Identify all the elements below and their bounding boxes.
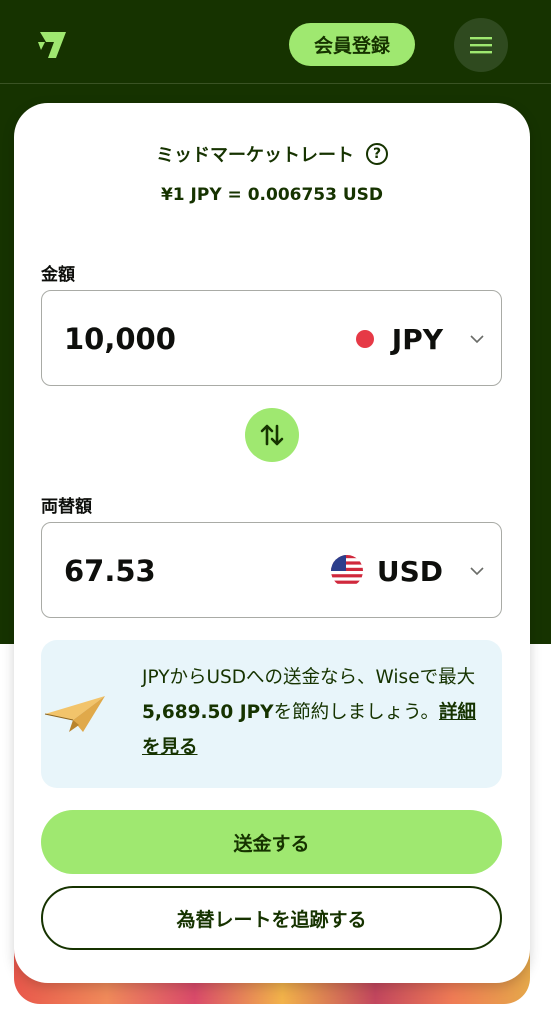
source-currency-select[interactable]: JPY (355, 291, 487, 387)
top-navigation-bar: 会員登録 (0, 0, 551, 84)
amount-label: 金額 (41, 265, 75, 285)
swap-currency-button[interactable] (245, 408, 299, 462)
promo-text-after: を節約しましょう。 (273, 702, 439, 723)
chevron-down-icon (470, 335, 484, 344)
chevron-down-icon (470, 567, 484, 576)
question-circle-icon[interactable]: ? (366, 143, 388, 165)
hamburger-icon (470, 37, 492, 54)
converted-input[interactable]: 67.53 (64, 523, 156, 619)
swap-arrows-icon (260, 424, 284, 446)
exchange-rate-value: ¥1 JPY = 0.006753 USD (160, 185, 384, 205)
wise-logo-icon[interactable] (36, 28, 70, 60)
promo-text: JPYからUSDへの送金なら、Wiseで最大 5,689.50 JPYを節約しまし… (142, 660, 494, 765)
source-currency-code: JPY (391, 322, 443, 356)
rate-title: ミッドマーケットレート (156, 145, 354, 166)
amount-input[interactable]: 10,000 (64, 291, 176, 387)
promo-savings-amount: 5,689.50 JPY (142, 702, 274, 723)
target-currency-code: USD (376, 554, 443, 588)
paper-plane-icon (44, 696, 105, 732)
send-money-button[interactable]: 送金する (41, 810, 502, 874)
rate-title-row: ミッドマーケットレート ? (14, 141, 530, 167)
signup-button[interactable]: 会員登録 (289, 23, 415, 66)
usa-flag-icon (330, 555, 363, 587)
amount-field[interactable]: 10,000 JPY (41, 290, 502, 386)
target-currency-select[interactable]: USD (330, 523, 487, 619)
promo-text-before: JPYからUSDへの送金なら、Wiseで最大 (142, 667, 476, 688)
currency-converter-card: ミッドマーケットレート ? ¥1 JPY = 0.006753 USD 金額 1… (14, 103, 530, 983)
converted-field[interactable]: 67.53 USD (41, 522, 502, 618)
japan-flag-icon (355, 330, 374, 348)
converted-label: 両替額 (41, 497, 92, 517)
menu-button[interactable] (454, 18, 508, 72)
savings-promo-banner: JPYからUSDへの送金なら、Wiseで最大 5,689.50 JPYを節約しまし… (41, 640, 502, 788)
track-rate-button[interactable]: 為替レートを追跡する (41, 886, 502, 950)
